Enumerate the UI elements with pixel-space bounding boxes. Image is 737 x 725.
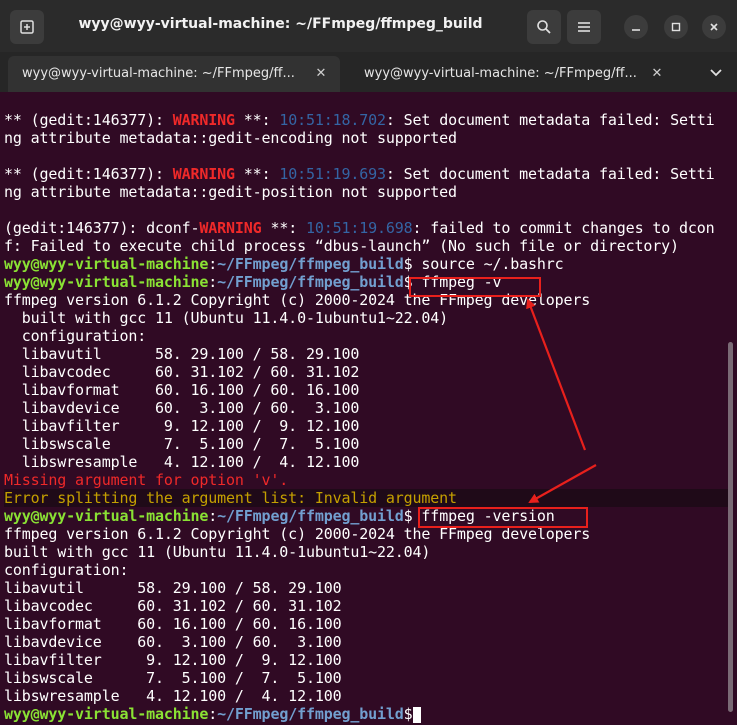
tab-bar: wyy@wyy-virtual-machine: ~/FFmpeg/ff... … [0,52,737,92]
output-line: libavcodec 60. 31.102 / 60. 31.102 [4,363,360,381]
output-line: libavfilter 9. 12.100 / 9. 12.100 [4,651,342,669]
minimize-button[interactable] [624,15,648,39]
prompt-path: ~/FFmpeg/ffmpeg_build [217,705,404,723]
chevron-down-icon [710,69,722,77]
prompt-line: wyy@wyy-virtual-machine:~/FFmpeg/ffmpeg_… [4,705,729,723]
title-bar: wyy@wyy-virtual-machine: ~/FFmpeg/ffmpeg… [0,0,737,52]
tab-label: wyy@wyy-virtual-machine: ~/FFmpeg/ff... [22,66,295,81]
maximize-button[interactable] [664,15,688,39]
output-line: libavcodec 60. 31.102 / 60. 31.102 [4,597,342,615]
output-line: libavfilter 9. 12.100 / 9. 12.100 [4,417,360,435]
close-icon [710,23,718,31]
command-text: source ~/.bashrc [412,255,564,273]
output-line: libswresample 4. 12.100 / 4. 12.100 [4,687,342,705]
tabs-dropdown-button[interactable] [704,62,728,84]
terminal-line: (gedit:146377): dconf-WARNING **: 10:51:… [4,219,715,237]
tab-close-button[interactable]: ✕ [310,62,332,84]
tab-label: wyy@wyy-virtual-machine: ~/FFmpeg/ff... [364,66,637,81]
close-button[interactable] [702,15,726,39]
maximize-icon [671,22,681,32]
new-tab-button[interactable] [10,10,44,44]
error-line: Error splitting the argument list: Inval… [4,489,729,507]
hamburger-menu-icon [578,22,590,32]
prompt-path: ~/FFmpeg/ffmpeg_build [217,507,404,525]
output-line: libswscale 7. 5.100 / 7. 5.100 [4,435,360,453]
tab-terminal-2[interactable]: wyy@wyy-virtual-machine: ~/FFmpeg/ff... … [348,56,676,92]
search-button[interactable] [527,10,561,44]
prompt-line: wyy@wyy-virtual-machine:~/FFmpeg/ffmpeg_… [4,255,564,273]
minimize-icon [632,29,640,31]
prompt-user: wyy@wyy-virtual-machine [4,705,209,723]
terminal-line: f: Failed to execute child process “dbus… [4,237,679,255]
output-line: built with gcc 11 (Ubuntu 11.4.0-1ubuntu… [4,309,449,327]
prompt-path: ~/FFmpeg/ffmpeg_build [217,255,404,273]
prompt-user: wyy@wyy-virtual-machine [4,507,209,525]
output-line: configuration: [4,327,147,345]
output-line: built with gcc 11 (Ubuntu 11.4.0-1ubuntu… [4,543,431,561]
prompt-path: ~/FFmpeg/ffmpeg_build [217,273,404,291]
highlight-box-ffmpeg-version [418,507,588,528]
terminal-line: ng attribute metadata::gedit-position no… [4,183,457,201]
prompt-user: wyy@wyy-virtual-machine [4,255,209,273]
output-line: libavdevice 60. 3.100 / 60. 3.100 [4,633,342,651]
new-tab-icon [20,20,34,34]
output-line: libavformat 60. 16.100 / 60. 16.100 [4,615,342,633]
prompt-user: wyy@wyy-virtual-machine [4,273,209,291]
search-icon [537,20,551,34]
output-line: libavdevice 60. 3.100 / 60. 3.100 [4,399,360,417]
terminal-line: ** (gedit:146377): WARNING **: 10:51:18.… [4,111,715,129]
prompt-line: wyy@wyy-virtual-machine:~/FFmpeg/ffmpeg_… [4,273,502,291]
close-icon: ✕ [315,65,327,81]
window-title: wyy@wyy-virtual-machine: ~/FFmpeg/ffmpeg… [78,16,483,32]
output-line: libswresample 4. 12.100 / 4. 12.100 [4,453,360,471]
terminal-line: ** (gedit:146377): WARNING **: 10:51:19.… [4,165,715,183]
close-icon: ✕ [651,65,663,81]
menu-button[interactable] [567,10,601,44]
terminal-output[interactable]: ** (gedit:146377): WARNING **: 10:51:18.… [0,92,737,725]
output-line: ffmpeg version 6.1.2 Copyright (c) 2000-… [4,291,591,309]
output-line: ffmpeg version 6.1.2 Copyright (c) 2000-… [4,525,591,543]
error-line: Missing argument for option 'v'. [4,471,289,489]
output-line: libavutil 58. 29.100 / 58. 29.100 [4,579,342,597]
terminal-line: ng attribute metadata::gedit-encoding no… [4,129,457,147]
output-line: libavutil 58. 29.100 / 58. 29.100 [4,345,360,363]
scrollbar[interactable] [728,342,733,712]
tab-terminal-1[interactable]: wyy@wyy-virtual-machine: ~/FFmpeg/ff... … [8,56,340,92]
highlight-box-ffmpeg-v [409,277,541,297]
tab-close-button[interactable]: ✕ [646,62,668,84]
output-line: libavformat 60. 16.100 / 60. 16.100 [4,381,360,399]
output-line: libswscale 7. 5.100 / 7. 5.100 [4,669,342,687]
output-line: configuration: [4,561,129,579]
terminal-window: wyy@wyy-virtual-machine: ~/FFmpeg/ffmpeg… [0,0,737,725]
text-cursor [412,706,421,723]
prompt-line: wyy@wyy-virtual-machine:~/FFmpeg/ffmpeg_… [4,507,555,525]
